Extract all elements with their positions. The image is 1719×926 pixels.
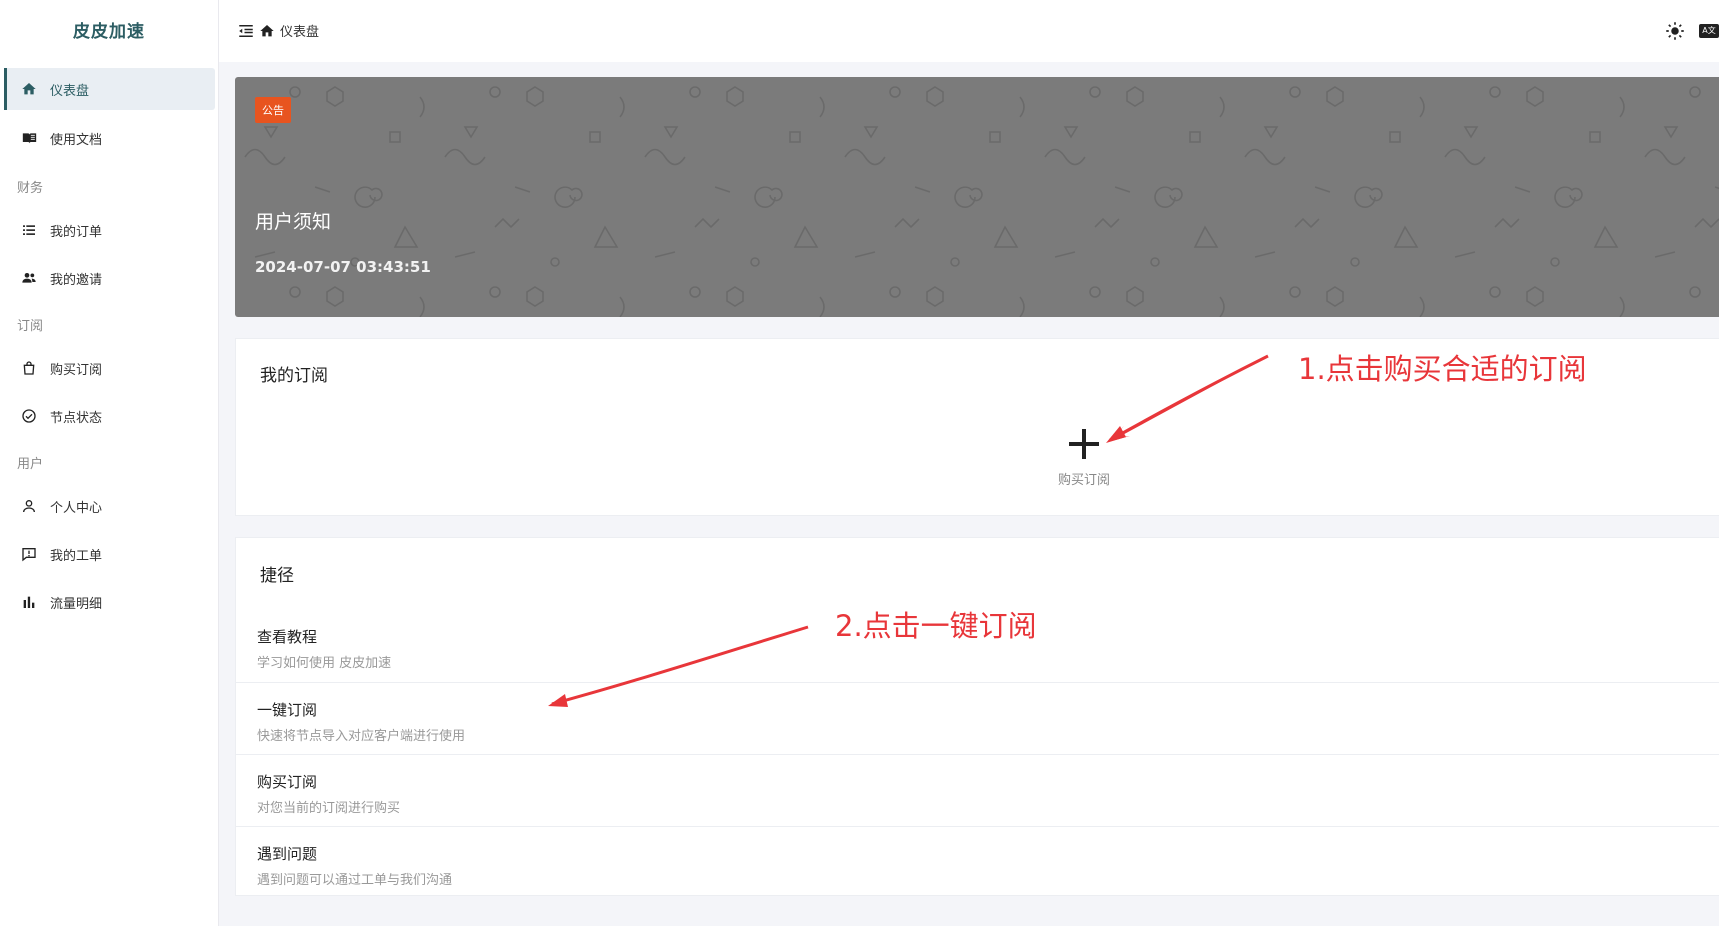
shortcut-title: 查看教程 xyxy=(257,628,318,646)
sidebar-item-buy[interactable]: 购买订阅 xyxy=(4,347,215,389)
sidebar-item-orders[interactable]: 我的订单 xyxy=(4,209,215,251)
sidebar-item-tickets[interactable]: 我的工单 xyxy=(4,533,215,575)
book-icon xyxy=(20,129,38,147)
section-user: 用户 xyxy=(17,457,44,472)
shortcut-buy-subscription[interactable]: 购买订阅 对您当前的订阅进行购买 xyxy=(236,754,1719,826)
menu-toggle-icon[interactable] xyxy=(237,22,255,40)
shortcut-get-help[interactable]: 遇到问题 遇到问题可以通过工单与我们沟通 xyxy=(236,826,1719,898)
top-header: 仪表盘 A文 xyxy=(219,0,1719,62)
shortcut-subtitle: 快速将节点导入对应客户端进行使用 xyxy=(257,729,466,744)
sidebar-item-label: 节点状态 xyxy=(50,410,103,426)
sidebar-item-label: 个人中心 xyxy=(50,500,103,516)
language-icon[interactable]: A文 xyxy=(1699,24,1719,38)
banner-pattern xyxy=(235,77,1719,317)
sidebar-item-label: 我的工单 xyxy=(50,548,103,564)
sidebar-item-label: 我的订单 xyxy=(50,224,103,240)
sidebar-item-invites[interactable]: 我的邀请 xyxy=(4,257,215,299)
shortcut-subtitle: 对您当前的订阅进行购买 xyxy=(257,801,401,816)
buy-subscription-button[interactable]: 购买订阅 xyxy=(1054,427,1114,488)
shortcut-title: 遇到问题 xyxy=(257,845,318,863)
check-circle-icon xyxy=(20,407,38,425)
home-icon xyxy=(20,80,38,98)
shortcut-one-click-subscribe[interactable]: 一键订阅 快速将节点导入对应客户端进行使用 xyxy=(236,682,1719,754)
ticket-icon xyxy=(20,545,38,563)
sidebar-item-dashboard[interactable]: 仪表盘 xyxy=(4,68,215,110)
sidebar-item-label: 购买订阅 xyxy=(50,362,103,378)
shortcut-subtitle: 遇到问题可以通过工单与我们沟通 xyxy=(257,873,453,888)
annotation-step1: 1.点击购买合适的订阅 xyxy=(1298,352,1587,386)
sidebar-item-label: 我的邀请 xyxy=(50,272,103,288)
shortcut-subtitle: 学习如何使用 皮皮加速 xyxy=(257,656,392,671)
sidebar-item-label: 仪表盘 xyxy=(50,83,90,99)
home-icon xyxy=(259,23,275,39)
buy-subscription-label: 购买订阅 xyxy=(1057,473,1110,488)
breadcrumb-label: 仪表盘 xyxy=(280,25,320,40)
brand-logo[interactable]: 皮皮加速 xyxy=(0,0,218,64)
user-icon xyxy=(20,497,38,515)
bag-icon xyxy=(20,359,38,377)
subscription-title: 我的订阅 xyxy=(260,366,328,386)
announcement-banner[interactable]: 公告 用户须知 2024-07-07 03:43:51 xyxy=(235,77,1719,317)
announcement-tag: 公告 xyxy=(255,97,291,123)
sidebar: 皮皮加速 仪表盘 使用文档 财务 我的订单 我的邀请 订阅 购买订阅 节点状态 … xyxy=(0,0,219,926)
announcement-date: 2024-07-07 03:43:51 xyxy=(255,258,431,276)
sidebar-item-profile[interactable]: 个人中心 xyxy=(4,485,215,527)
announcement-title: 用户须知 xyxy=(255,211,332,233)
theme-toggle-icon[interactable] xyxy=(1665,21,1685,41)
users-icon xyxy=(20,269,38,287)
section-finance: 财务 xyxy=(17,181,44,196)
sidebar-item-traffic[interactable]: 流量明细 xyxy=(4,581,215,623)
sidebar-item-label: 使用文档 xyxy=(50,132,103,148)
sidebar-item-node-status[interactable]: 节点状态 xyxy=(4,395,215,437)
shortcuts-title: 捷径 xyxy=(260,566,294,586)
shortcuts-card: 捷径 查看教程 学习如何使用 皮皮加速 一键订阅 快速将节点导入对应客户端进行使… xyxy=(235,537,1719,896)
bar-chart-icon xyxy=(20,593,38,611)
section-subscription: 订阅 xyxy=(17,319,44,334)
list-icon xyxy=(20,221,38,239)
shortcut-title: 购买订阅 xyxy=(257,773,318,791)
sidebar-item-label: 流量明细 xyxy=(50,596,103,612)
plus-icon xyxy=(1067,427,1101,461)
shortcut-title: 一键订阅 xyxy=(257,701,318,719)
breadcrumb: 仪表盘 xyxy=(259,21,319,40)
annotation-step2: 2.点击一键订阅 xyxy=(835,609,1037,643)
sidebar-item-docs[interactable]: 使用文档 xyxy=(4,117,215,159)
